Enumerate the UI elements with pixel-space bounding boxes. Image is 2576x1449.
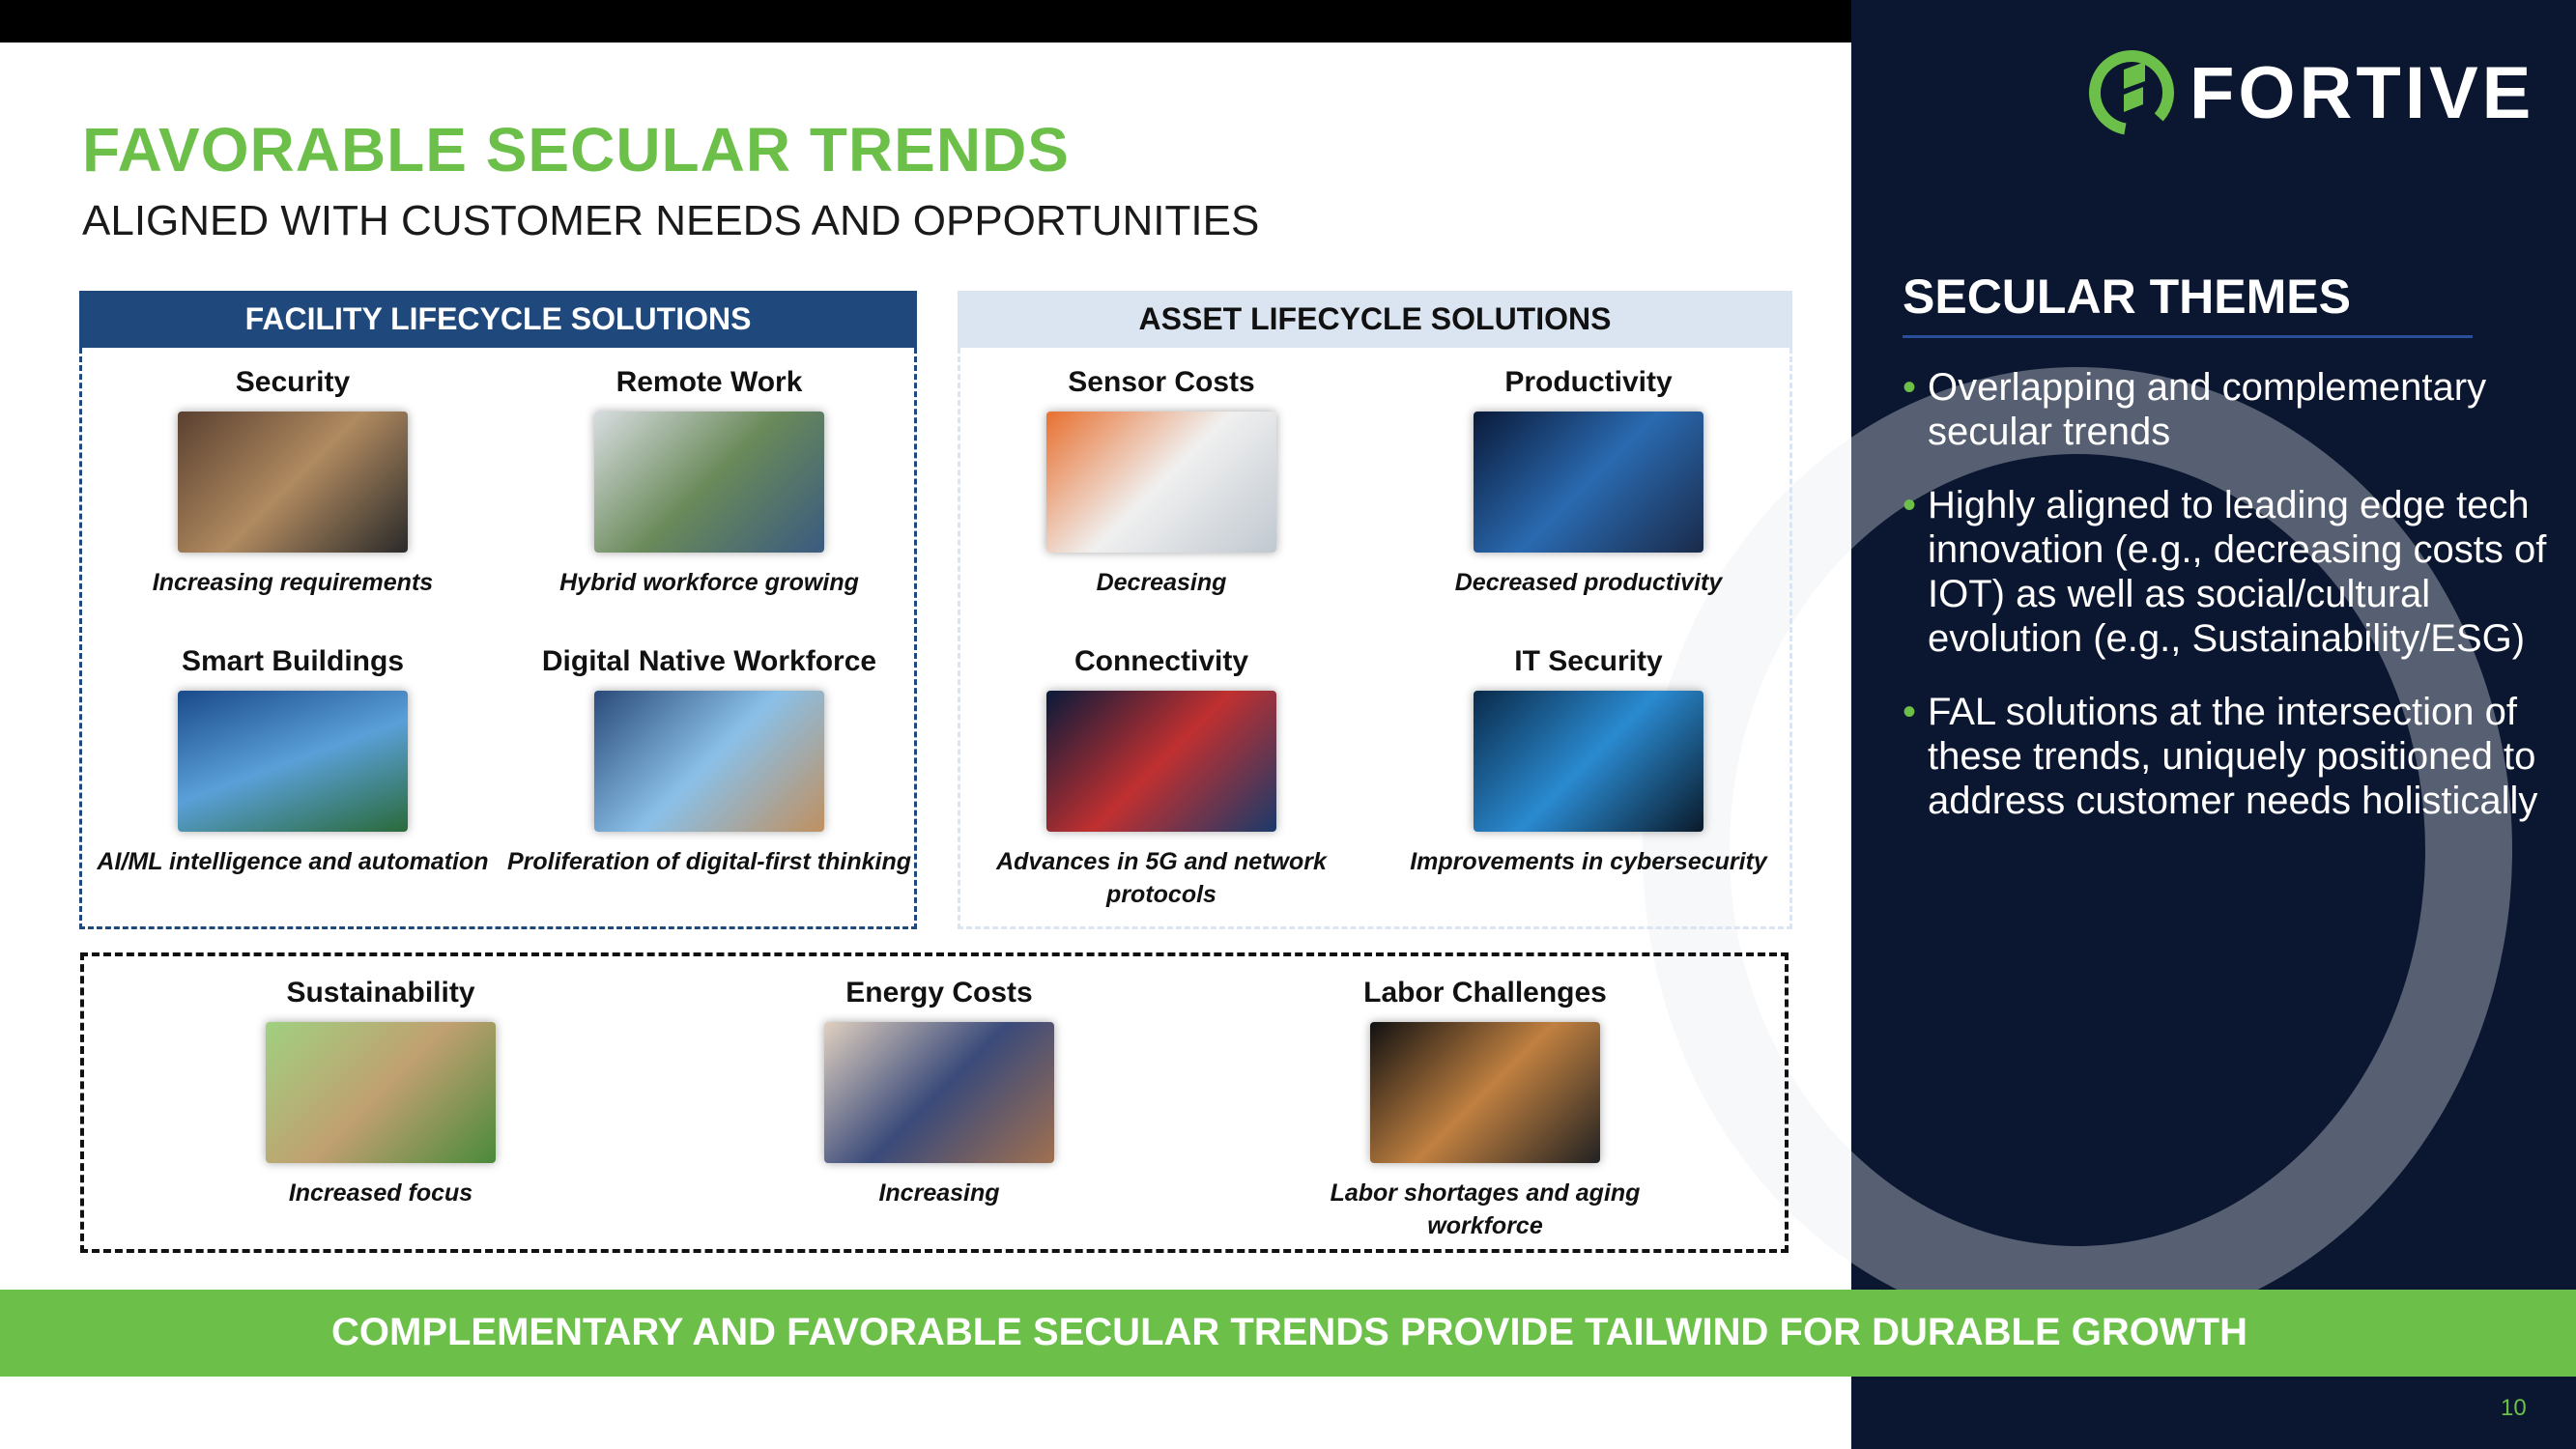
trend-image xyxy=(594,691,824,832)
trend-card: Connectivity Advances in 5G and network … xyxy=(959,640,1364,911)
page-subtitle: ALIGNED WITH CUSTOMER NEEDS AND OPPORTUN… xyxy=(82,197,1260,244)
trend-title: Digital Native Workforce xyxy=(541,645,877,677)
trend-caption: Labor shortages and aging workforce xyxy=(1330,1179,1641,1239)
trend-card: Productivity Decreased productivity xyxy=(1386,361,1791,599)
trend-card: Remote Work Hybrid workforce growing xyxy=(506,361,912,599)
page-number: 10 xyxy=(2501,1395,2527,1421)
trend-title: Smart Buildings xyxy=(181,645,405,677)
trend-title: Sustainability xyxy=(286,977,475,1009)
trend-title: Sensor Costs xyxy=(1068,366,1255,398)
trend-image xyxy=(1046,691,1276,832)
trend-title: Labor Challenges xyxy=(1363,977,1607,1009)
page-title: FAVORABLE SECULAR TRENDS xyxy=(82,115,1070,185)
asset-header: ASSET LIFECYCLE SOLUTIONS xyxy=(958,291,1792,348)
trend-title: IT Security xyxy=(1514,645,1663,677)
trend-image xyxy=(178,691,408,832)
trend-title: Productivity xyxy=(1504,366,1673,398)
trend-caption: Proliferation of digital-first thinking xyxy=(506,848,912,875)
theme-bullet: Overlapping and complementary secular tr… xyxy=(1903,365,2560,454)
trend-card: Digital Native Workforce Proliferation o… xyxy=(506,640,912,878)
trend-image xyxy=(178,412,408,553)
fortive-logo-icon xyxy=(2089,50,2174,135)
trend-card: Sustainability Increased focus xyxy=(178,972,584,1209)
theme-bullet: FAL solutions at the intersection of the… xyxy=(1903,690,2560,823)
footer-banner: COMPLEMENTARY AND FAVORABLE SECULAR TREN… xyxy=(0,1290,2576,1377)
trend-caption: Increased focus xyxy=(288,1179,473,1207)
trend-image xyxy=(594,412,824,553)
trend-caption: Increasing xyxy=(878,1179,1000,1207)
trend-image xyxy=(1474,691,1703,832)
trend-title: Remote Work xyxy=(615,366,803,398)
trend-image xyxy=(1370,1022,1600,1163)
trend-title: Energy Costs xyxy=(845,977,1033,1009)
trend-card: Energy Costs Increasing xyxy=(736,972,1142,1209)
divider xyxy=(1903,335,2473,338)
themes-list: Overlapping and complementary secular tr… xyxy=(1903,365,2560,852)
trend-caption: AI/ML intelligence and automation xyxy=(97,848,489,875)
trend-caption: Advances in 5G and network protocols xyxy=(996,848,1327,908)
trend-card: Sensor Costs Decreasing xyxy=(959,361,1364,599)
fortive-logo: FORTIVE xyxy=(2087,48,2534,137)
trend-image xyxy=(266,1022,496,1163)
trend-card: Smart Buildings AI/ML intelligence and a… xyxy=(90,640,496,878)
theme-bullet: Highly aligned to leading edge tech inno… xyxy=(1903,483,2560,661)
facility-header: FACILITY LIFECYCLE SOLUTIONS xyxy=(79,291,917,348)
trend-caption: Hybrid workforce growing xyxy=(559,569,859,596)
footer-banner-text: COMPLEMENTARY AND FAVORABLE SECULAR TREN… xyxy=(331,1311,2247,1353)
trend-card: IT Security Improvements in cybersecurit… xyxy=(1386,640,1791,878)
trend-image xyxy=(1046,412,1276,553)
trend-image xyxy=(824,1022,1054,1163)
trend-caption: Improvements in cybersecurity xyxy=(1410,848,1767,875)
trend-caption: Decreased productivity xyxy=(1454,569,1723,596)
brand-name: FORTIVE xyxy=(2190,51,2535,134)
themes-title: SECULAR THEMES xyxy=(1903,270,2351,324)
trend-card: Security Increasing requirements xyxy=(90,361,496,599)
trend-caption: Decreasing xyxy=(1096,569,1227,596)
trend-image xyxy=(1474,412,1703,553)
trend-caption: Increasing requirements xyxy=(152,569,434,596)
top-bar xyxy=(0,0,1851,43)
trend-title: Security xyxy=(235,366,351,398)
trend-title: Connectivity xyxy=(1073,645,1249,677)
trend-card: Labor Challenges Labor shortages and agi… xyxy=(1282,972,1688,1242)
